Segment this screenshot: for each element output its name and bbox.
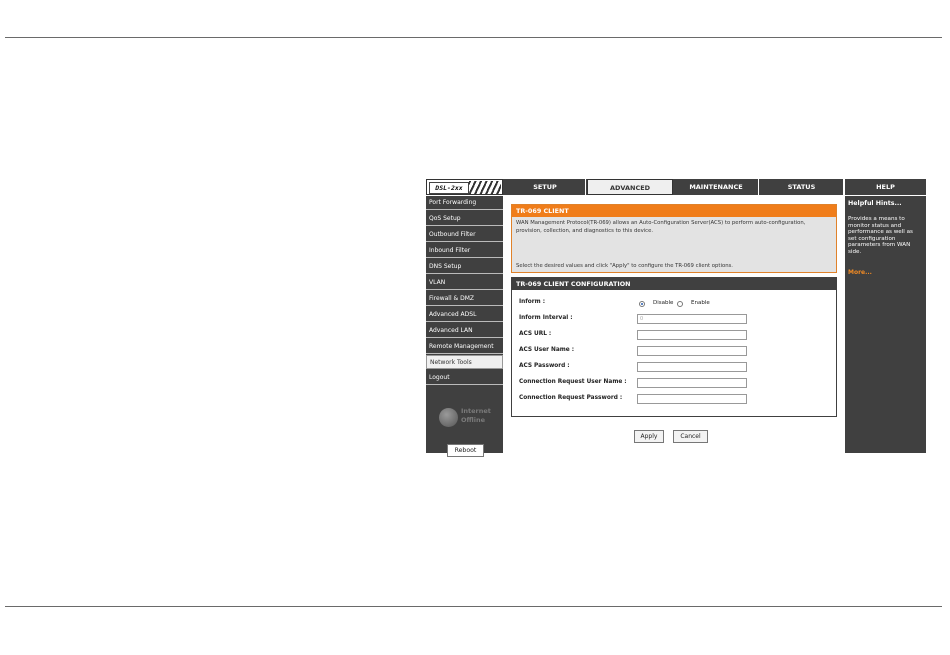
acs-password-field[interactable] [637, 362, 747, 372]
tr069-title: TR-069 CLIENT [512, 205, 836, 217]
brand-logo: DSL-2xx [426, 179, 503, 195]
help-text: Provides a means to monitor status and p… [848, 216, 913, 255]
help-more-link[interactable]: More... [848, 269, 872, 276]
sidebar-item-inbound-filter[interactable]: Inbound Filter [426, 244, 503, 258]
router-admin-screenshot: DSL-2xx SETUP ADVANCED MAINTENANCE STATU… [426, 179, 926, 457]
sidebar-item-vlan[interactable]: VLAN [426, 276, 503, 290]
inform-interval-label: Inform Interval : [519, 315, 573, 321]
inform-disable-label: Disable [653, 300, 674, 306]
acs-user-field[interactable] [637, 346, 747, 356]
internet-status: Internet Offline [461, 407, 491, 425]
internet-status-line1: Internet [461, 407, 491, 415]
main-content: TR-069 CLIENT WAN Management Protocol(TR… [503, 196, 845, 453]
inform-enable-radio[interactable] [677, 301, 683, 307]
model-label: DSL-2xx [429, 182, 469, 194]
bottom-rule [5, 606, 942, 607]
sidebar-item-outbound-filter[interactable]: Outbound Filter [426, 228, 503, 242]
conn-password-field[interactable] [637, 394, 747, 404]
internet-status-line2: Offline [461, 416, 486, 424]
tr069-info-panel: TR-069 CLIENT WAN Management Protocol(TR… [511, 204, 837, 273]
top-rule [5, 37, 942, 38]
acs-password-label: ACS Password : [519, 363, 570, 369]
logo-stripes-icon [469, 181, 501, 194]
apply-button[interactable]: Apply [634, 430, 664, 443]
sidebar-item-network-tools[interactable]: Network Tools [426, 355, 503, 369]
conn-password-label: Connection Request Password : [519, 395, 623, 401]
help-title: Helpful Hints... [848, 200, 902, 207]
tab-help[interactable]: HELP [845, 179, 926, 195]
sidebar-item-firewall-dmz[interactable]: Firewall & DMZ [426, 292, 503, 306]
sidebar-item-qos-setup[interactable]: QoS Setup [426, 212, 503, 226]
sidebar-item-remote-management[interactable]: Remote Management [426, 340, 503, 354]
tr069-description: WAN Management Protocol(TR-069) allows a… [516, 220, 806, 234]
globe-icon [439, 408, 458, 427]
tr069-config-panel: TR-069 CLIENT CONFIGURATION Inform : Dis… [511, 277, 837, 417]
acs-user-label: ACS User Name : [519, 347, 575, 353]
config-title: TR-069 CLIENT CONFIGURATION [512, 278, 836, 290]
acs-url-field[interactable] [637, 330, 747, 340]
reboot-button[interactable]: Reboot [447, 444, 484, 457]
sidebar-item-advanced-adsl[interactable]: Advanced ADSL [426, 308, 503, 322]
sidebar-item-advanced-lan[interactable]: Advanced LAN [426, 324, 503, 338]
inform-interval-field[interactable]: 0 [637, 314, 747, 324]
tab-maintenance[interactable]: MAINTENANCE [674, 179, 759, 195]
acs-url-label: ACS URL : [519, 331, 552, 337]
conn-user-label: Connection Request User Name : [519, 379, 627, 385]
tr069-instruction: Select the desired values and click "App… [516, 263, 733, 269]
tab-status[interactable]: STATUS [760, 179, 843, 195]
tab-setup[interactable]: SETUP [505, 179, 586, 195]
inform-enable-label: Enable [691, 300, 710, 306]
inform-label: Inform : [519, 299, 546, 305]
sidebar-item-logout[interactable]: Logout [426, 371, 503, 385]
sidebar-item-dns-setup[interactable]: DNS Setup [426, 260, 503, 274]
conn-user-field[interactable] [637, 378, 747, 388]
cancel-button[interactable]: Cancel [673, 430, 708, 443]
sidebar: Port Forwarding QoS Setup Outbound Filte… [426, 196, 503, 457]
tab-advanced[interactable]: ADVANCED [587, 179, 673, 195]
inform-disable-radio[interactable] [639, 301, 645, 307]
sidebar-item-port-forwarding[interactable]: Port Forwarding [426, 196, 503, 210]
help-panel: Helpful Hints... Provides a means to mon… [845, 196, 926, 453]
top-nav: SETUP ADVANCED MAINTENANCE STATUS [503, 179, 843, 195]
